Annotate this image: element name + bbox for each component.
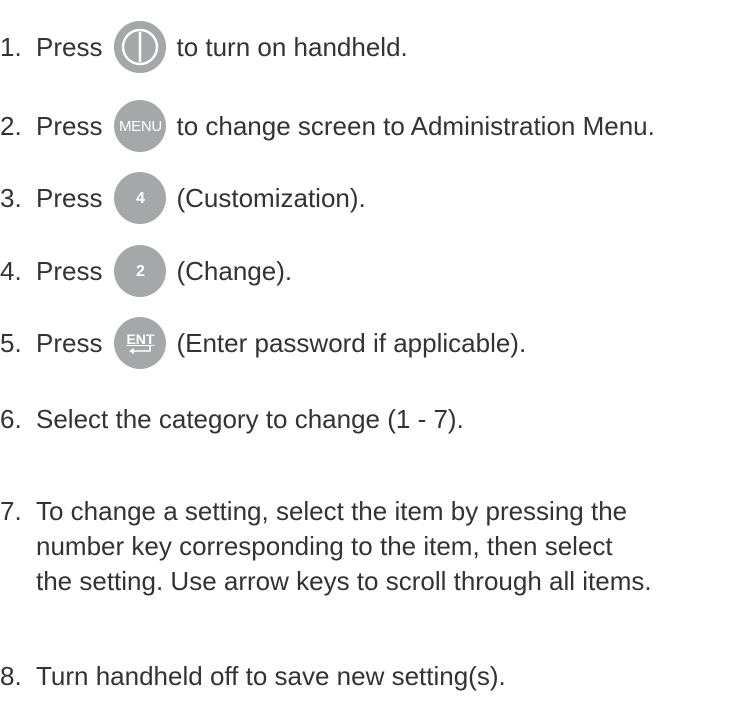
step-number: 2.: [0, 110, 22, 141]
step-text: (Customization).: [176, 182, 366, 213]
step-lead: Press: [36, 182, 103, 213]
step-1: 1. Press to turn on handheld.: [0, 21, 408, 73]
step-lead: Press: [36, 327, 103, 358]
key-label: 2: [136, 262, 145, 280]
step-text: to turn on handheld.: [176, 31, 408, 62]
key-label: MENU: [118, 117, 162, 135]
menu-key-icon: MENU: [114, 100, 167, 152]
step-number: 8.: [0, 661, 22, 691]
step-number: 4.: [0, 255, 22, 286]
power-icon: [114, 21, 167, 73]
digit-4-key-icon: 4: [114, 172, 167, 224]
step-text-line-1: To change a setting, select the item by …: [36, 496, 628, 526]
enter-arrow-icon: [129, 346, 152, 354]
step-6: 6. Select the category to change (1 - 7)…: [0, 402, 464, 437]
step-lead: Press: [36, 110, 103, 141]
step-number: 7.: [0, 496, 22, 526]
step-lead: Press: [36, 255, 103, 286]
digit-2-key-icon: 2: [114, 245, 167, 297]
step-number: 1.: [0, 31, 22, 62]
step-line: 7. To change a setting, select the item b…: [0, 494, 652, 529]
enter-key-icon: ENT: [114, 317, 167, 369]
step-text-line-3: the setting. Use arrow keys to scroll th…: [36, 566, 652, 596]
key-label: 4: [136, 189, 145, 207]
key-label: ENT: [126, 331, 155, 347]
power-key-icon: [114, 21, 167, 73]
step-text-line-2: number key corresponding to the item, th…: [36, 531, 613, 561]
step-lead: Press: [36, 31, 103, 62]
step-3: 3. Press 4 (Customization).: [0, 172, 366, 224]
step-5: 5. Press ENT (Enter password if applicab…: [0, 317, 526, 369]
step-text: to change screen to Administration Menu.: [176, 110, 655, 141]
step-8: 8. Turn handheld off to save new setting…: [0, 659, 506, 694]
step-text: Turn handheld off to save new setting(s)…: [36, 661, 506, 691]
step-text: (Enter password if applicable).: [176, 327, 527, 358]
step-4: 4. Press 2 (Change).: [0, 245, 292, 297]
step-number: 5.: [0, 327, 22, 358]
step-7: 7. To change a setting, select the item b…: [0, 494, 652, 599]
step-2: 2. Press MENU to change screen to Admini…: [0, 100, 655, 152]
step-number: 6.: [0, 404, 22, 434]
step-text: Select the category to change (1 - 7).: [36, 404, 464, 434]
step-text: (Change).: [176, 255, 293, 286]
step-number: 3.: [0, 182, 22, 213]
